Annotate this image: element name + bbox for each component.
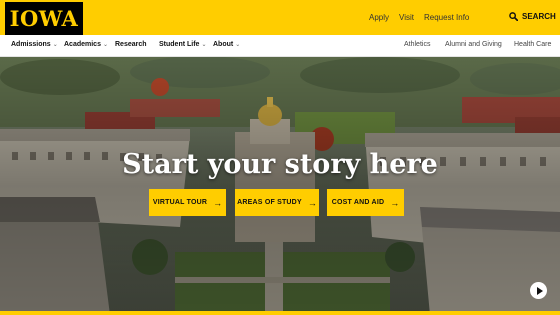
alumni-giving-link[interactable]: Alumni and Giving bbox=[445, 41, 502, 48]
visit-link[interactable]: Visit bbox=[399, 13, 414, 22]
chevron-down-icon: ⌄ bbox=[102, 42, 108, 48]
cost-and-aid-button[interactable]: COST AND AID → bbox=[327, 189, 404, 216]
nav-label: Admissions bbox=[11, 41, 51, 48]
search-icon bbox=[509, 12, 518, 21]
nav-label: About bbox=[213, 41, 234, 48]
health-care-link[interactable]: Health Care bbox=[514, 41, 551, 48]
cta-label: VIRTUAL TOUR bbox=[152, 199, 208, 206]
arrow-right-icon: → bbox=[307, 197, 317, 208]
accent-strip bbox=[0, 311, 560, 315]
nav-item-student-life[interactable]: Student Life ⌄ bbox=[159, 41, 206, 48]
nav-label: Student Life bbox=[159, 41, 200, 48]
hero-section: Start your story here VIRTUAL TOUR → ARE… bbox=[0, 57, 560, 315]
chevron-down-icon: ⌄ bbox=[201, 42, 207, 48]
arrow-right-icon: → bbox=[213, 197, 223, 208]
logo-text: IOWA bbox=[9, 6, 79, 31]
iowa-logo[interactable]: IOWA bbox=[5, 2, 83, 35]
hero-headline: Start your story here bbox=[122, 149, 438, 180]
video-play-button[interactable] bbox=[530, 282, 547, 299]
search-button[interactable]: SEARCH bbox=[509, 12, 556, 21]
cta-label: AREAS OF STUDY bbox=[237, 199, 302, 206]
nav-item-research[interactable]: Research bbox=[115, 41, 147, 48]
campus-aerial-photo bbox=[0, 57, 560, 315]
chevron-down-icon: ⌄ bbox=[235, 42, 241, 48]
virtual-tour-button[interactable]: VIRTUAL TOUR → bbox=[149, 189, 226, 216]
athletics-link[interactable]: Athletics bbox=[404, 41, 430, 48]
arrow-right-icon: → bbox=[390, 197, 400, 208]
utility-bar: IOWA Apply Visit Request Info SEARCH bbox=[0, 0, 560, 35]
nav-item-academics[interactable]: Academics ⌄ bbox=[64, 41, 108, 48]
request-info-link[interactable]: Request Info bbox=[424, 13, 469, 22]
chevron-down-icon: ⌄ bbox=[52, 42, 58, 48]
main-nav: Admissions ⌄ Academics ⌄ Research Studen… bbox=[0, 35, 560, 57]
nav-item-admissions[interactable]: Admissions ⌄ bbox=[11, 41, 58, 48]
apply-link[interactable]: Apply bbox=[369, 13, 389, 22]
nav-label: Academics bbox=[64, 41, 101, 48]
cta-label: COST AND AID bbox=[331, 199, 385, 206]
nav-item-about[interactable]: About ⌄ bbox=[213, 41, 240, 48]
search-label: SEARCH bbox=[522, 12, 556, 21]
nav-label: Research bbox=[115, 41, 147, 48]
play-icon bbox=[536, 286, 543, 295]
areas-of-study-button[interactable]: AREAS OF STUDY → bbox=[235, 189, 319, 216]
